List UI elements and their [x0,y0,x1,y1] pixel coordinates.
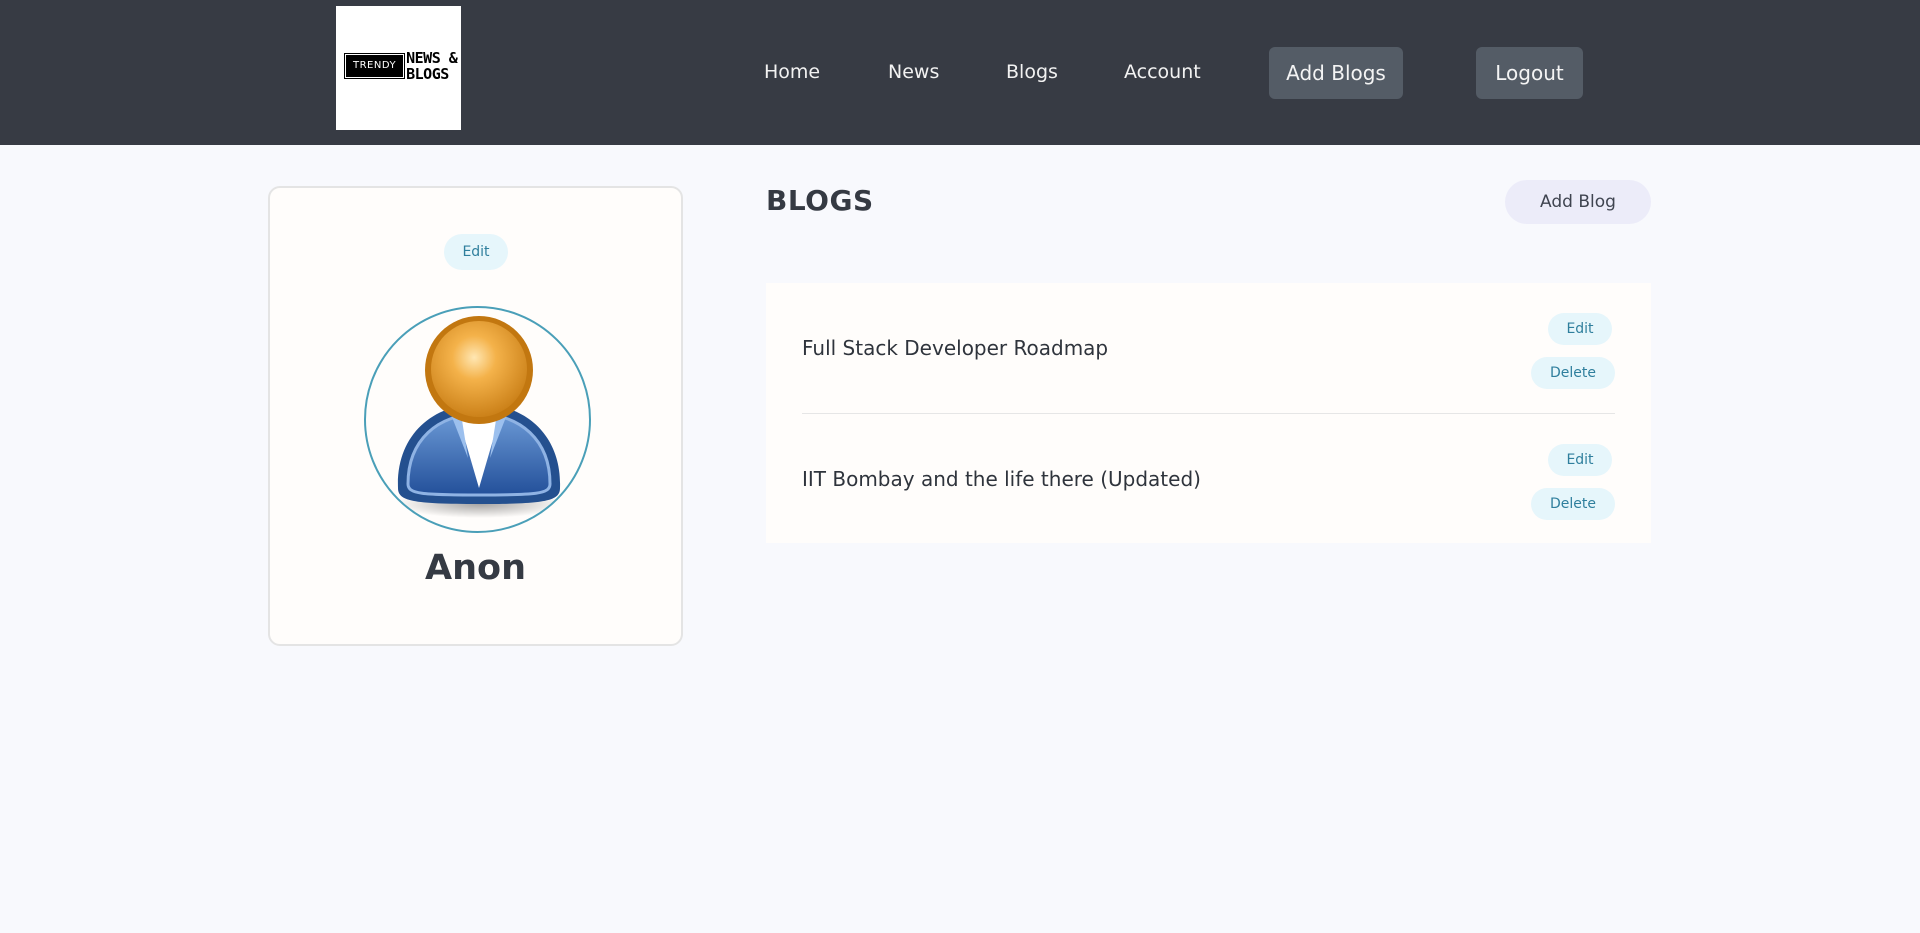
logout-button[interactable]: Logout [1476,47,1583,99]
blog-title[interactable]: Full Stack Developer Roadmap [802,336,1108,360]
logo-words: NEWS & BLOGS [406,49,458,83]
user-avatar-icon [395,316,565,518]
blog-title[interactable]: IIT Bombay and the life there (Updated) [802,467,1201,491]
logo-word-blogs: BLOGS [406,65,449,83]
profile-edit-button[interactable]: Edit [444,234,508,270]
nav-account-link[interactable]: Account [1124,60,1201,84]
top-navbar: TRENDY NEWS & BLOGS Home News Blogs Acco… [0,0,1920,145]
add-blogs-button[interactable]: Add Blogs [1269,47,1403,99]
blog-list-item: Full Stack Developer Roadmap Edit Delete [802,283,1615,413]
logo-word-news: NEWS & [406,49,458,67]
blog-list-item: IIT Bombay and the life there (Updated) … [802,413,1615,543]
blog-delete-button[interactable]: Delete [1531,488,1615,520]
logo-mark: TRENDY NEWS & BLOGS [343,49,458,83]
site-logo[interactable]: TRENDY NEWS & BLOGS [336,6,461,130]
blog-edit-button[interactable]: Edit [1548,313,1612,345]
nav-home-link[interactable]: Home [764,60,820,84]
add-blog-button[interactable]: Add Blog [1505,180,1651,224]
blog-edit-button[interactable]: Edit [1548,444,1612,476]
logo-tag: TRENDY [343,53,406,79]
blog-list: Full Stack Developer Roadmap Edit Delete… [766,283,1651,543]
nav-blogs-link[interactable]: Blogs [1006,60,1058,84]
profile-username: Anon [425,548,526,588]
avatar [364,306,591,533]
profile-card: Edit Anon [268,186,683,646]
blog-delete-button[interactable]: Delete [1531,357,1615,389]
nav-news-link[interactable]: News [888,60,939,84]
blogs-heading: BLOGS [766,184,874,217]
